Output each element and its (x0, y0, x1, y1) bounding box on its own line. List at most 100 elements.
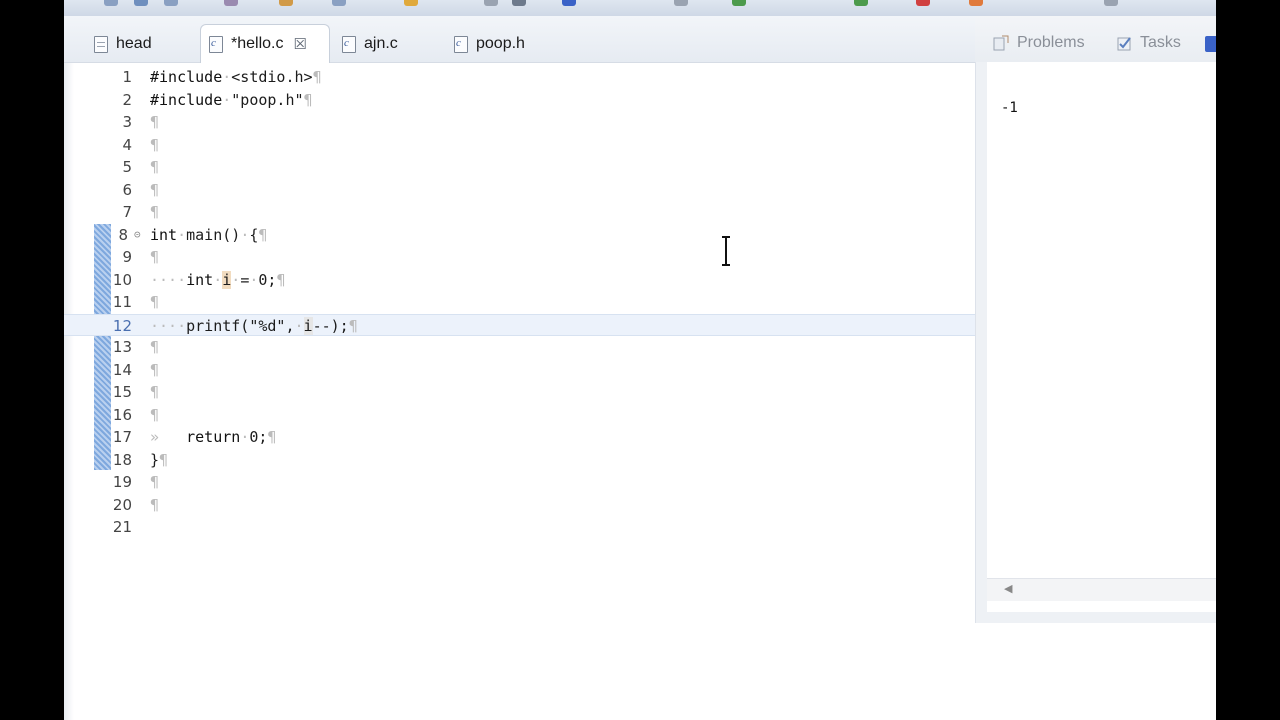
code-text: ¶ (150, 338, 160, 356)
code-line[interactable]: 8 ⊝ int·main()·{¶ (64, 224, 975, 247)
line-number: 5 (122, 158, 132, 176)
code-text: ¶ (150, 473, 160, 491)
code-line[interactable]: 7 ¶ (64, 201, 975, 224)
line-number: 3 (122, 113, 132, 131)
toolbar-icon[interactable] (134, 0, 148, 6)
line-number: 17 (112, 428, 132, 446)
toolbar-icon[interactable] (279, 0, 293, 6)
code-line[interactable]: 4 ¶ (64, 134, 975, 157)
code-text: ¶ (150, 293, 160, 311)
toolbar-icon[interactable] (512, 0, 526, 6)
line-number: 6 (122, 180, 132, 199)
toolbar-icon[interactable] (562, 0, 576, 6)
line-number: 8 (118, 225, 128, 244)
fold-toggle-icon[interactable]: ⊝ (134, 224, 141, 247)
code-line[interactable]: 17 » return·0;¶ (64, 426, 975, 449)
line-number: 4 (122, 135, 132, 154)
code-text: ¶ (150, 135, 160, 154)
console-view (987, 62, 1216, 612)
tab-tasks[interactable]: Tasks (1116, 34, 1181, 52)
toolbar-icon[interactable] (916, 0, 930, 6)
tab-problems[interactable]: Problems (993, 34, 1085, 52)
code-text: » return·0;¶ (150, 428, 277, 446)
code-line[interactable]: 14 ¶ (64, 359, 975, 382)
toolbar-icon[interactable] (332, 0, 346, 6)
toolbar-icon[interactable] (674, 0, 688, 6)
line-number: 2 (122, 90, 132, 109)
code-line[interactable]: 5 ¶ (64, 156, 975, 179)
toolbar-icon[interactable] (854, 0, 868, 6)
ide-window: head c *hello.c ☒ c ajn.c c poop.h 1 #in… (64, 0, 1216, 720)
code-text: #include·"poop.h"¶ (150, 90, 313, 109)
code-editor[interactable]: 1 #include·<stdio.h>¶ 2 #include·"poop.h… (64, 66, 975, 720)
toolbar (64, 0, 1216, 17)
close-icon[interactable]: ☒ (293, 35, 306, 53)
code-line[interactable]: 9 ¶ (64, 246, 975, 269)
code-line[interactable]: 6 ¶ (64, 179, 975, 202)
code-line[interactable]: 2 #include·"poop.h"¶ (64, 89, 975, 112)
toolbar-icon[interactable] (484, 0, 498, 6)
tasks-icon (1117, 37, 1131, 51)
problems-icon (993, 35, 1009, 51)
line-number: 14 (112, 360, 132, 379)
line-number: 1 (122, 68, 132, 86)
toolbar-icon[interactable] (224, 0, 238, 6)
line-number: 19 (112, 473, 132, 491)
code-line[interactable]: 3 ¶ (64, 111, 975, 134)
code-line-current[interactable]: 12 ····printf("%d",·i--);¶ (64, 313, 975, 336)
c-file-icon: c (454, 35, 468, 53)
code-line[interactable]: 19 ¶ (64, 471, 975, 494)
line-number: 7 (122, 203, 132, 221)
tab-head[interactable]: head (86, 26, 190, 62)
console-icon[interactable] (1205, 36, 1216, 52)
code-text: ¶ (150, 180, 160, 199)
tab-ajn-c[interactable]: c ajn.c (334, 26, 438, 62)
toolbar-icon[interactable] (104, 0, 118, 6)
line-number: 13 (112, 338, 132, 356)
code-text: ····printf("%d",·i--);¶ (150, 316, 358, 335)
tab-hello-c[interactable]: c *hello.c ☒ (200, 24, 330, 63)
code-text: int·main()·{¶ (150, 225, 268, 244)
code-line[interactable]: 18 }¶ (64, 449, 975, 472)
line-number: 11 (112, 293, 132, 311)
tab-poop-h[interactable]: c poop.h (446, 26, 556, 62)
line-number: 21 (112, 518, 132, 536)
empty-area (975, 623, 1216, 720)
c-file-icon: c (209, 35, 223, 53)
code-text: ¶ (150, 495, 160, 514)
header-file-icon (94, 35, 108, 53)
code-line[interactable]: 15 ¶ (64, 381, 975, 404)
tab-label: Problems (1017, 34, 1085, 51)
editor-tab-bar: head c *hello.c ☒ c ajn.c c poop.h (64, 16, 975, 63)
code-text: ····int·i·=·0;¶ (150, 270, 286, 289)
console-output: -1 (1001, 100, 1018, 116)
scroll-left-icon[interactable]: ◀ (1004, 582, 1012, 595)
code-text: ¶ (150, 203, 160, 221)
code-line[interactable]: 21 (64, 516, 975, 539)
tab-label: poop.h (476, 35, 525, 52)
code-line[interactable]: 13 ¶ (64, 336, 975, 359)
line-number: 15 (112, 383, 132, 401)
code-text: ¶ (150, 113, 160, 131)
horizontal-scrollbar[interactable]: ◀ (987, 578, 1216, 601)
tab-label: Tasks (1140, 34, 1181, 51)
code-text: ¶ (150, 158, 160, 176)
code-line[interactable]: 10 ····int·i·=·0;¶ (64, 269, 975, 292)
line-number: 9 (122, 248, 132, 266)
code-line[interactable]: 16 ¶ (64, 404, 975, 427)
code-text: ¶ (150, 383, 160, 401)
toolbar-icon[interactable] (164, 0, 178, 6)
line-number: 16 (112, 405, 132, 424)
toolbar-icon[interactable] (969, 0, 983, 6)
code-text: ¶ (150, 248, 160, 266)
tab-label: ajn.c (364, 35, 398, 52)
code-line[interactable]: 11 ¶ (64, 291, 975, 314)
tab-label: *hello.c (231, 35, 284, 52)
toolbar-icon[interactable] (732, 0, 746, 6)
code-line[interactable]: 1 #include·<stdio.h>¶ (64, 66, 975, 89)
code-line[interactable]: 20 ¶ (64, 494, 975, 517)
line-number: 20 (112, 495, 132, 514)
toolbar-icon[interactable] (1104, 0, 1118, 6)
code-text: #include·<stdio.h>¶ (150, 68, 322, 86)
toolbar-icon[interactable] (404, 0, 418, 6)
